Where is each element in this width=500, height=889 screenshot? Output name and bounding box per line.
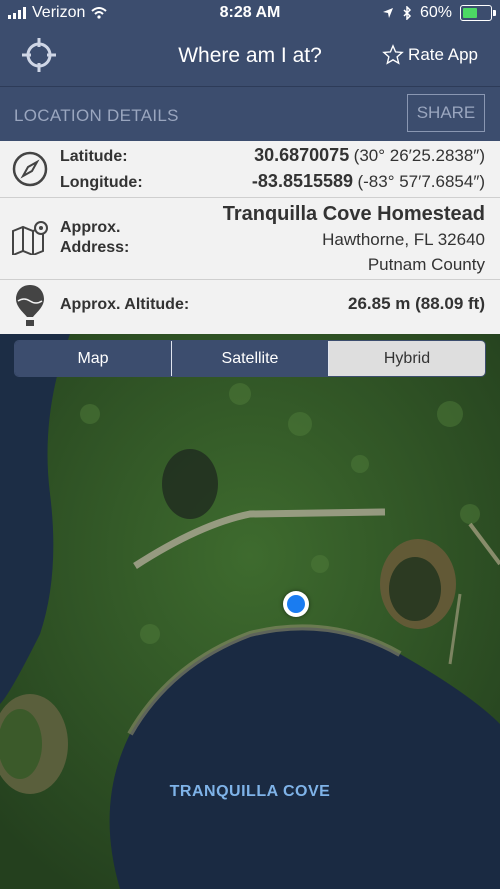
longitude-value: -83.8515589: [251, 171, 354, 191]
latitude-readout: 30.6870075 (30° 26′25.2838″): [254, 145, 485, 166]
location-arrow-icon: [382, 8, 393, 18]
status-right: 60%: [382, 4, 496, 22]
rate-app-label: Rate App: [408, 45, 478, 64]
battery-level: [463, 8, 478, 18]
longitude-label: Longitude:: [60, 174, 143, 191]
satellite-map[interactable]: [0, 334, 500, 889]
altitude-label: Approx. Altitude:: [60, 296, 190, 313]
latitude-label: Latitude:: [60, 148, 128, 165]
map-place-label: TRANQUILLA COVE: [169, 783, 331, 800]
address-county: Putnam County: [367, 255, 485, 274]
map-type-satellite[interactable]: Satellite: [172, 341, 329, 376]
address-label-2: Address:: [60, 239, 130, 256]
coordinates-row: Latitude: Longitude: 30.6870075 (30° 26′…: [0, 141, 500, 198]
address-row: Approx. Address: Tranquilla Cove Homeste…: [0, 197, 500, 280]
star-icon: [382, 44, 404, 65]
compass-icon: [12, 151, 48, 187]
map-type-control: Map Satellite Hybrid: [14, 340, 486, 377]
section-title: LOCATION DETAILS: [14, 106, 179, 125]
rate-app-button[interactable]: Rate App: [382, 44, 478, 66]
longitude-dms: (-83° 57′7.6854″): [357, 172, 485, 191]
latitude-dms: (30° 26′25.2838″): [353, 146, 485, 165]
address-city: Hawthorne, FL 32640: [322, 230, 485, 249]
altitude-value: 26.85 m (88.09 ft): [347, 294, 485, 313]
location-details-header: LOCATION DETAILS SHARE: [0, 86, 500, 142]
location-info-panel: Latitude: Longitude: 30.6870075 (30° 26′…: [0, 141, 500, 334]
map-type-hybrid[interactable]: Hybrid: [329, 341, 485, 376]
top-bar: Verizon 8:28 AM 60% Where am I at? Rate …: [0, 0, 500, 86]
battery-icon: [460, 5, 496, 21]
address-label-1: Approx.: [60, 219, 121, 236]
share-button[interactable]: SHARE: [407, 94, 485, 132]
address-name: Tranquilla Cove Homestead: [222, 203, 485, 225]
battery-percent: 60%: [419, 4, 452, 21]
hot-air-balloon-icon: [16, 285, 44, 326]
altitude-row: Approx. Altitude: 26.85 m (88.09 ft): [0, 279, 500, 333]
bluetooth-icon: [403, 6, 412, 20]
user-location-marker[interactable]: [283, 591, 309, 617]
latitude-value: 30.6870075: [254, 145, 350, 165]
status-bar: Verizon 8:28 AM 60%: [0, 0, 500, 28]
map-pin-icon: [12, 221, 48, 255]
user-location-dot: [287, 595, 305, 613]
map-imagery: [0, 334, 500, 889]
map-type-map[interactable]: Map: [15, 341, 172, 376]
longitude-readout: -83.8515589 (-83° 57′7.6854″): [252, 171, 485, 192]
